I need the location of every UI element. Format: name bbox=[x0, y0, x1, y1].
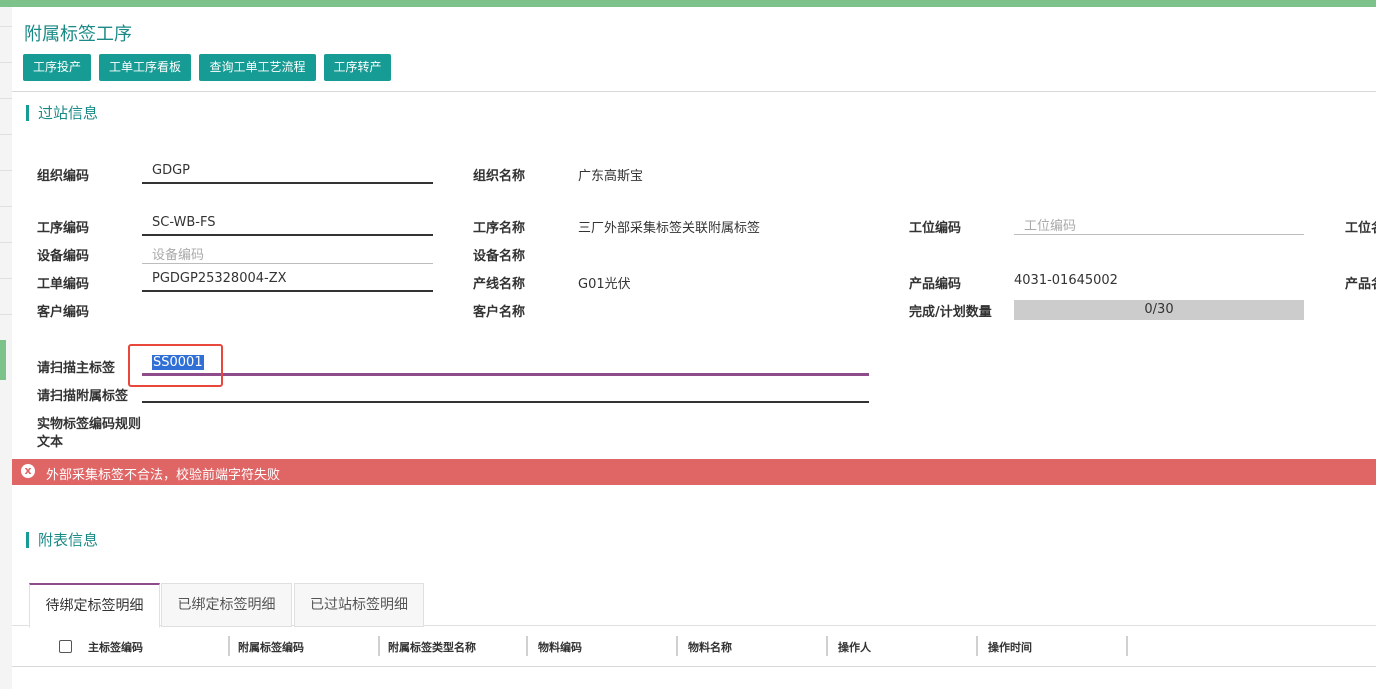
attach-section-title: 附表信息 bbox=[26, 532, 98, 548]
column-resize-handle[interactable] bbox=[676, 636, 678, 656]
device-code-placeholder: 设备编码 bbox=[152, 248, 205, 263]
workstation-name-label: 工位名 bbox=[1345, 221, 1376, 236]
org-code-label: 组织编码 bbox=[37, 169, 90, 184]
device-name-label: 设备名称 bbox=[473, 249, 526, 264]
column-resize-handle[interactable] bbox=[1126, 636, 1128, 656]
process-code-label: 工序编码 bbox=[37, 221, 90, 236]
org-name-value: 广东高斯宝 bbox=[578, 169, 644, 184]
rule-text-label-line2: 文本 bbox=[37, 435, 64, 450]
error-message-bar: x 外部采集标签不合法，校验前端字符失败 bbox=[12, 459, 1376, 485]
query-process-flow-button[interactable]: 查询工单工艺流程 bbox=[199, 54, 316, 81]
left-gutter bbox=[0, 7, 12, 689]
column-resize-handle[interactable] bbox=[228, 636, 230, 656]
process-name-label: 工序名称 bbox=[473, 221, 526, 236]
process-transfer-button[interactable]: 工序转产 bbox=[324, 54, 391, 81]
gutter-active-marker bbox=[0, 340, 6, 380]
table-header: 主标签编码 附属标签编码 附属标签类型名称 物料编码 物料名称 操作人 操作时间 bbox=[12, 626, 1376, 667]
process-code-value: SC-WB-FS bbox=[152, 215, 216, 230]
product-name-label: 产品名 bbox=[1345, 277, 1376, 292]
column-resize-handle[interactable] bbox=[526, 636, 528, 656]
device-code-label: 设备编码 bbox=[37, 249, 90, 264]
top-accent-bar bbox=[0, 0, 1376, 7]
customer-name-label: 客户名称 bbox=[473, 305, 526, 320]
org-code-value: GDGP bbox=[152, 163, 190, 178]
tab-bound[interactable]: 已绑定标签明细 bbox=[161, 583, 292, 627]
scan-main-label: 请扫描主标签 bbox=[37, 361, 116, 376]
work-order-label: 工单编码 bbox=[37, 277, 90, 292]
org-name-label: 组织名称 bbox=[473, 169, 526, 184]
product-code-value: 4031-01645002 bbox=[1014, 273, 1118, 288]
gutter-divider bbox=[0, 170, 12, 171]
workstation-code-placeholder: 工位编码 bbox=[1024, 219, 1077, 234]
error-close-icon: x bbox=[21, 464, 35, 478]
progress-label: 完成/计划数量 bbox=[909, 305, 992, 320]
process-start-button[interactable]: 工序投产 bbox=[23, 54, 91, 81]
gutter-divider bbox=[0, 206, 12, 207]
gutter-divider bbox=[0, 134, 12, 135]
header-divider bbox=[12, 91, 1376, 92]
page-title: 附属标签工序 bbox=[24, 24, 132, 45]
error-message-text: 外部采集标签不合法，校验前端字符失败 bbox=[46, 468, 281, 483]
process-code-field[interactable]: SC-WB-FS bbox=[142, 212, 433, 236]
gutter-divider bbox=[0, 242, 12, 243]
column-header-material-name[interactable]: 物料名称 bbox=[688, 639, 732, 655]
gutter-divider bbox=[0, 62, 12, 63]
column-resize-handle[interactable] bbox=[976, 636, 978, 656]
line-name-value: G01光伏 bbox=[578, 277, 631, 292]
scan-sub-label: 请扫描附属标签 bbox=[37, 389, 129, 404]
station-section-title: 过站信息 bbox=[26, 105, 98, 121]
column-header-material-code[interactable]: 物料编码 bbox=[538, 639, 582, 655]
workorder-board-button[interactable]: 工单工序看板 bbox=[99, 54, 191, 81]
scan-main-input[interactable]: SS0001 bbox=[142, 352, 869, 376]
column-resize-handle[interactable] bbox=[378, 636, 380, 656]
gutter-divider bbox=[0, 26, 12, 27]
rule-text-label-line1: 实物标签编码规则 bbox=[37, 417, 142, 432]
completion-progress-bar: 0/30 bbox=[1014, 300, 1304, 320]
device-code-input[interactable]: 设备编码 bbox=[142, 241, 433, 264]
column-header-operator[interactable]: 操作人 bbox=[838, 639, 871, 655]
column-header-sub-label[interactable]: 附属标签编码 bbox=[238, 639, 304, 655]
gutter-divider bbox=[0, 278, 12, 279]
column-resize-handle[interactable] bbox=[826, 636, 828, 656]
work-order-value: PGDGP25328004-ZX bbox=[152, 271, 287, 286]
line-name-label: 产线名称 bbox=[473, 277, 526, 292]
progress-text: 0/30 bbox=[1144, 302, 1174, 317]
gutter-divider bbox=[0, 98, 12, 99]
select-all-checkbox[interactable] bbox=[59, 640, 72, 653]
work-order-field[interactable]: PGDGP25328004-ZX bbox=[142, 268, 433, 292]
column-header-operate-time[interactable]: 操作时间 bbox=[988, 639, 1032, 655]
product-code-label: 产品编码 bbox=[909, 277, 962, 292]
workstation-code-input[interactable]: 工位编码 bbox=[1014, 212, 1304, 235]
gutter-divider bbox=[0, 314, 12, 315]
scan-sub-input[interactable] bbox=[142, 380, 869, 403]
customer-code-label: 客户编码 bbox=[37, 305, 90, 320]
org-code-field[interactable]: GDGP bbox=[142, 160, 433, 184]
tab-passed-station[interactable]: 已过站标签明细 bbox=[294, 583, 424, 627]
tab-pending-binding[interactable]: 待绑定标签明细 bbox=[29, 583, 160, 628]
workstation-code-label: 工位编码 bbox=[909, 221, 962, 236]
column-header-sub-type[interactable]: 附属标签类型名称 bbox=[388, 639, 476, 655]
process-name-value: 三厂外部采集标签关联附属标签 bbox=[578, 221, 761, 236]
column-header-main-label[interactable]: 主标签编码 bbox=[88, 639, 143, 655]
